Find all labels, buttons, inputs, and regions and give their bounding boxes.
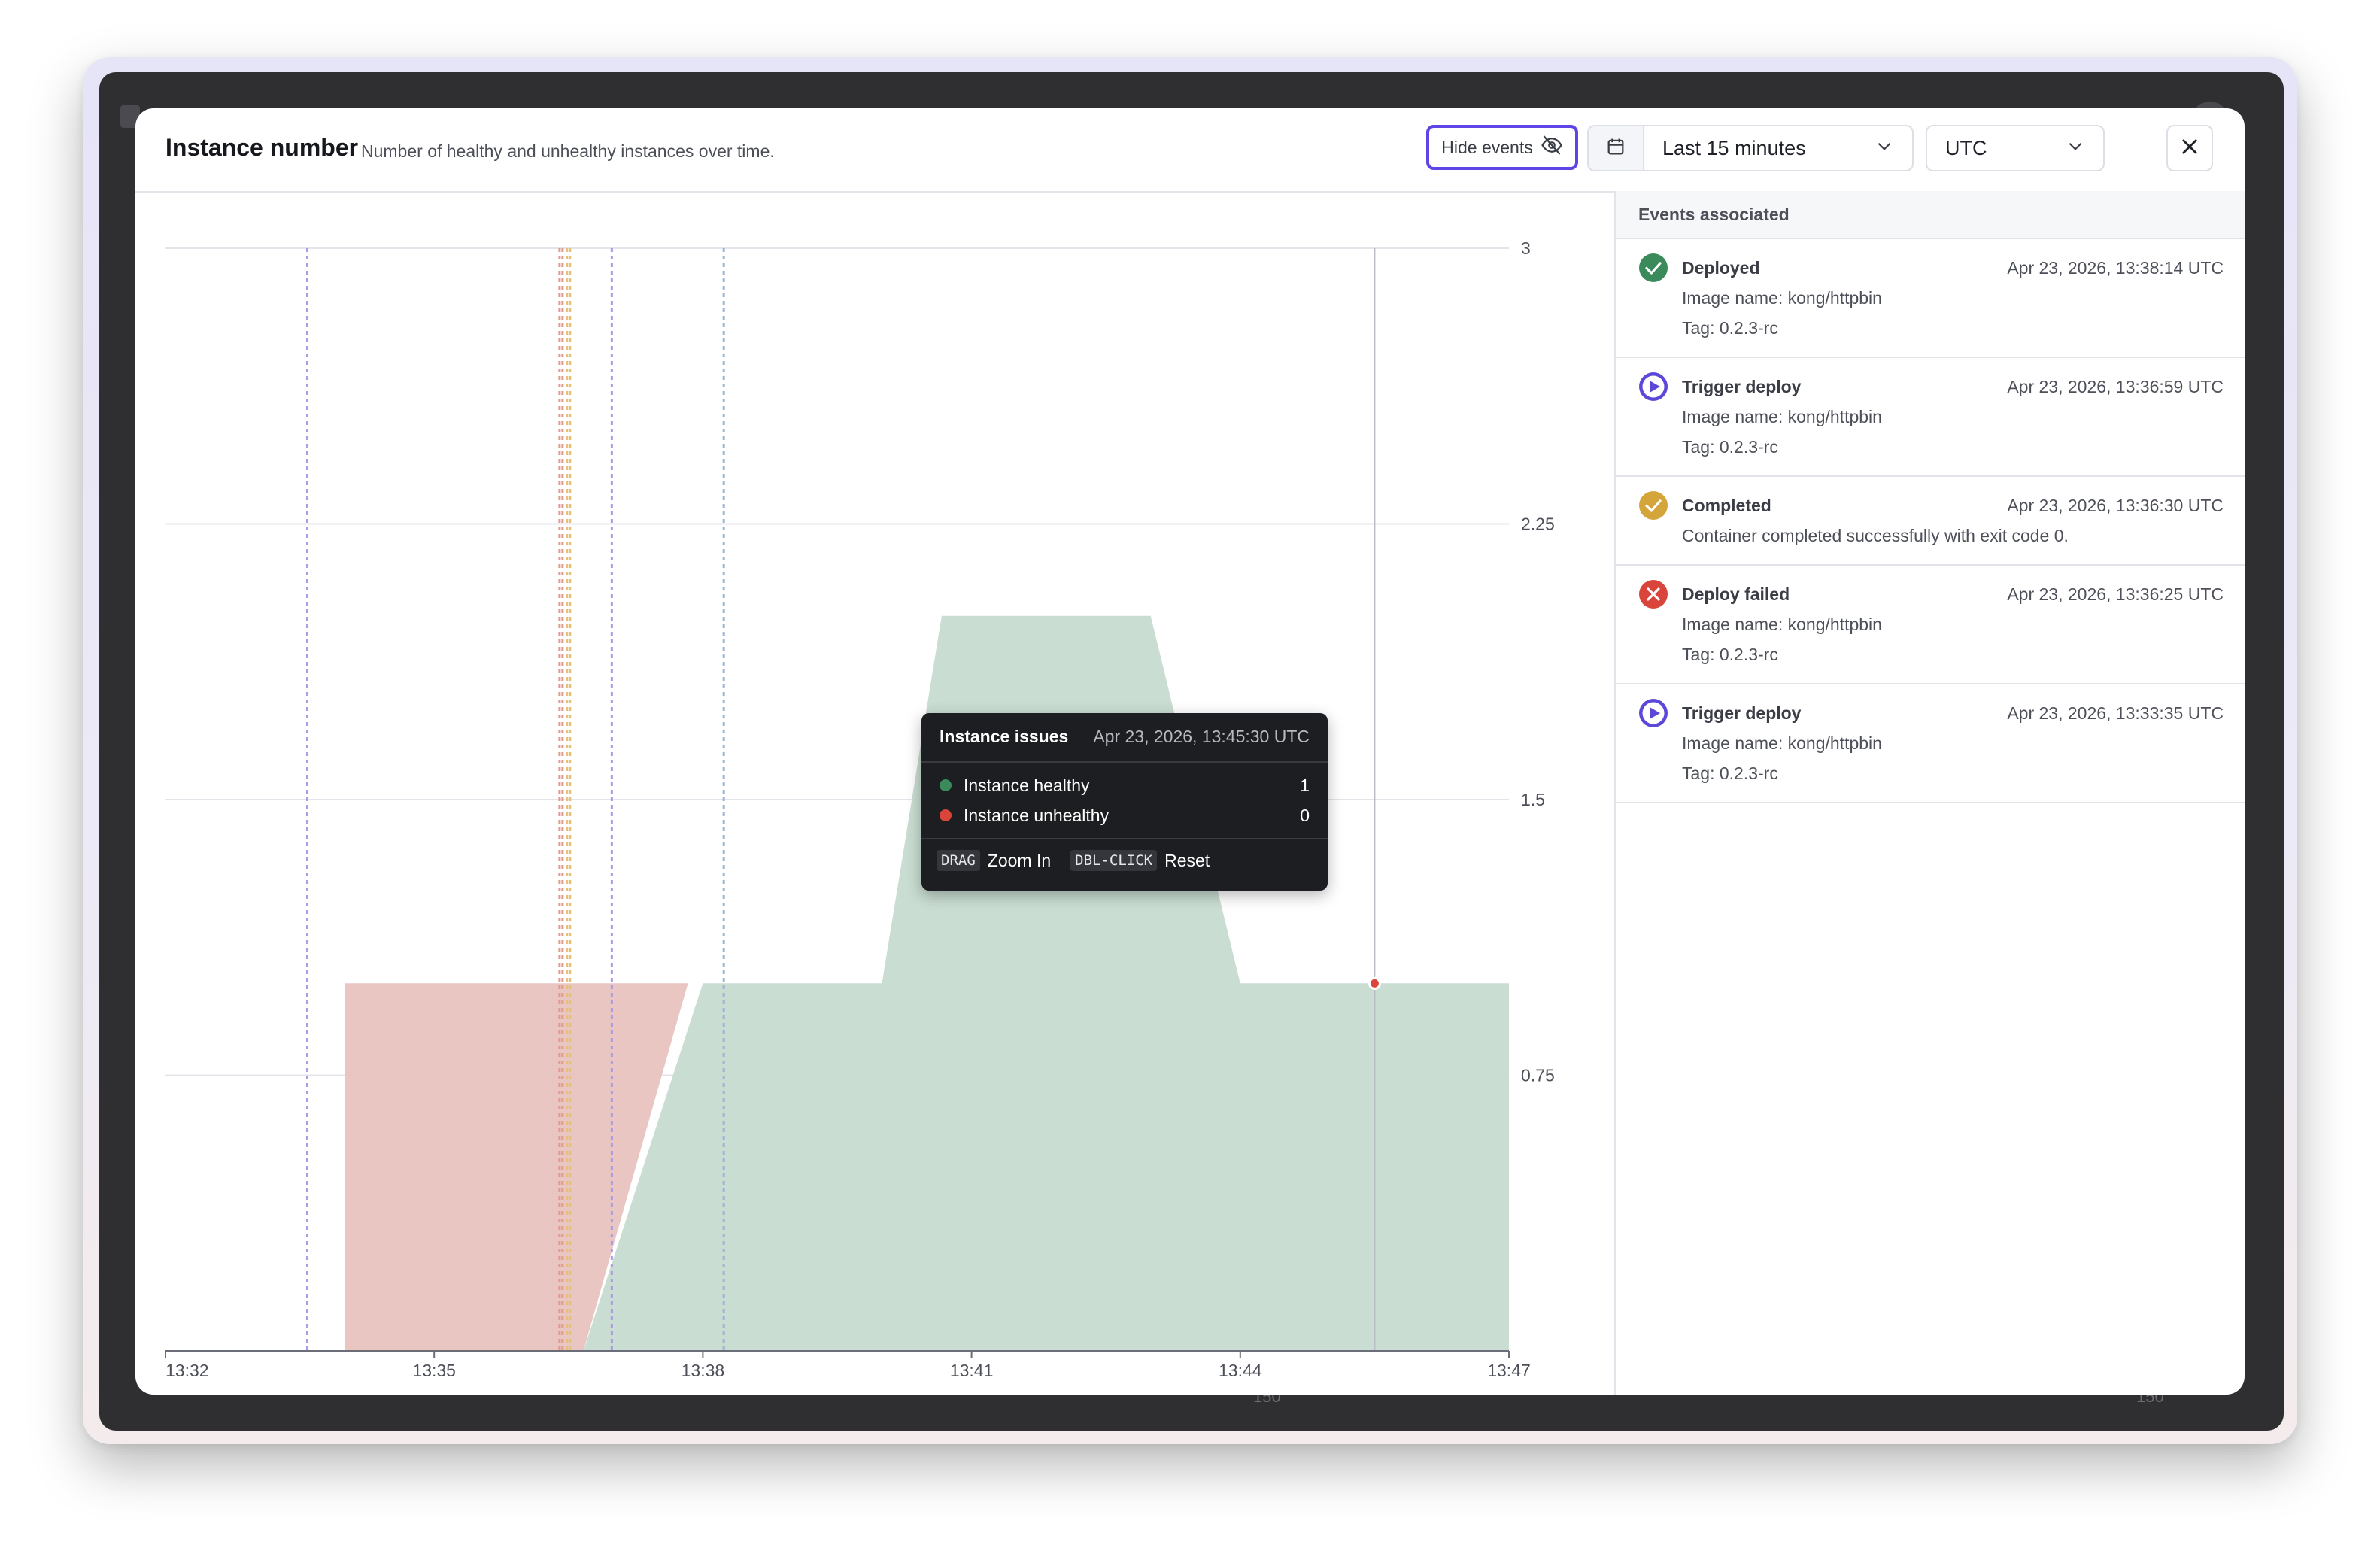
event-detail: Tag: 0.2.3-rc [1682, 318, 1778, 338]
chart-tooltip: Instance issues Apr 23, 2026, 13:45:30 U… [921, 713, 1328, 891]
double-click-hint: Reset [1164, 850, 1210, 870]
event-item[interactable]: Completed Apr 23, 2026, 13:36:30 UTC Conta… [1616, 477, 2245, 566]
x-circle-icon [1638, 579, 1668, 609]
calendar-icon [1605, 136, 1626, 161]
instance-chart[interactable]: 0.75 1.5 2.25 3 13:32 13:35 13:38 13:41 13:44 13:… [135, 191, 1614, 1395]
event-time: Apr 23, 2026, 13:33:35 UTC [2007, 703, 2224, 723]
chart-area[interactable]: 0.75 1.5 2.25 3 13:32 13:35 13:38 13:41 13:44 13:… [135, 191, 1614, 1395]
play-circle-icon [1638, 372, 1668, 402]
tooltip-divider [921, 761, 1328, 763]
tooltip-row-value: 1 [1300, 775, 1310, 795]
event-item[interactable]: Trigger deploy Apr 23, 2026, 13:36:59 UTC… [1616, 358, 2245, 477]
event-detail: Container completed successfully with ex… [1682, 526, 2069, 545]
event-time: Apr 23, 2026, 13:36:30 UTC [2007, 496, 2224, 515]
close-button[interactable] [2166, 125, 2213, 171]
instance-number-modal: Instance number Number of healthy and un… [135, 108, 2245, 1395]
events-header: Events associated [1616, 191, 2245, 239]
double-click-key: DBL-CLICK [1070, 850, 1158, 871]
x-tick-label: 13:38 [682, 1361, 725, 1380]
tooltip-row-healthy: Instance healthy 1 [940, 770, 1310, 800]
modal-header: Instance number Number of healthy and un… [135, 108, 2245, 193]
eye-off-icon [1541, 134, 1563, 161]
timezone-value: UTC [1945, 136, 1987, 159]
y-tick-label: 2.25 [1521, 514, 1555, 534]
tooltip-footer: DRAG Zoom In DBL-CLICK Reset [937, 850, 1210, 871]
x-tick-label: 13:32 [165, 1361, 209, 1380]
event-item[interactable]: Deployed Apr 23, 2026, 13:38:14 UTC Image … [1616, 239, 2245, 358]
chevron-down-icon [2066, 136, 2085, 161]
healthy-dot [940, 779, 952, 791]
event-item[interactable]: Trigger deploy Apr 23, 2026, 13:33:35 UTC… [1616, 684, 2245, 803]
check-circle-icon [1638, 253, 1668, 283]
drag-hint: Zoom In [987, 850, 1052, 870]
event-detail: Image name: kong/httpbin [1682, 288, 1882, 308]
hide-events-label: Hide events [1441, 137, 1533, 157]
y-tick-label: 3 [1521, 238, 1531, 258]
event-detail: Tag: 0.2.3-rc [1682, 763, 1778, 783]
event-detail: Image name: kong/httpbin [1682, 733, 1882, 753]
x-tick-label: 13:44 [1219, 1361, 1262, 1380]
modal-subtitle: Number of healthy and unhealthy instance… [361, 141, 775, 161]
play-circle-icon [1638, 698, 1668, 728]
event-time: Apr 23, 2026, 13:38:14 UTC [2007, 258, 2224, 278]
timezone-select[interactable]: UTC [1926, 125, 2105, 171]
tooltip-row-label: Instance healthy [964, 775, 1090, 795]
check-circle-icon [1638, 490, 1668, 521]
event-detail: Image name: kong/httpbin [1682, 407, 1882, 426]
y-tick-label: 0.75 [1521, 1066, 1555, 1085]
time-range-select[interactable]: Last 15 minutes [1643, 125, 1914, 171]
tooltip-divider [921, 838, 1328, 839]
tooltip-row-value: 0 [1300, 805, 1310, 825]
x-tick-label: 13:41 [950, 1361, 994, 1380]
tooltip-row-unhealthy: Instance unhealthy 0 [940, 800, 1310, 830]
event-item[interactable]: Deploy failed Apr 23, 2026, 13:36:25 UTC I… [1616, 566, 2245, 684]
event-detail: Tag: 0.2.3-rc [1682, 645, 1778, 664]
chevron-down-icon [1875, 136, 1894, 161]
calendar-button[interactable] [1587, 125, 1643, 171]
drag-key: DRAG [937, 850, 980, 871]
event-time: Apr 23, 2026, 13:36:59 UTC [2007, 377, 2224, 396]
tooltip-time: Apr 23, 2026, 13:45:30 UTC [1093, 727, 1310, 746]
event-detail: Tag: 0.2.3-rc [1682, 437, 1778, 457]
y-tick-label: 1.5 [1521, 790, 1545, 809]
unhealthy-dot [940, 809, 952, 821]
event-detail: Image name: kong/httpbin [1682, 615, 1882, 634]
tooltip-title: Instance issues [940, 727, 1069, 746]
event-time: Apr 23, 2026, 13:36:25 UTC [2007, 584, 2224, 604]
time-range-value: Last 15 minutes [1662, 136, 1806, 159]
events-panel: Events associated Deployed Apr 23, 2026, … [1614, 191, 2245, 1395]
hide-events-button[interactable]: Hide events [1426, 125, 1578, 170]
events-list: Deployed Apr 23, 2026, 13:38:14 UTC Image … [1616, 239, 2245, 803]
modal-title: Instance number [165, 134, 359, 161]
tooltip-row-label: Instance unhealthy [964, 805, 1110, 825]
x-tick-label: 13:47 [1487, 1361, 1531, 1380]
close-icon [2179, 136, 2200, 161]
x-tick-label: 13:35 [412, 1361, 456, 1380]
hover-point [1368, 976, 1381, 990]
